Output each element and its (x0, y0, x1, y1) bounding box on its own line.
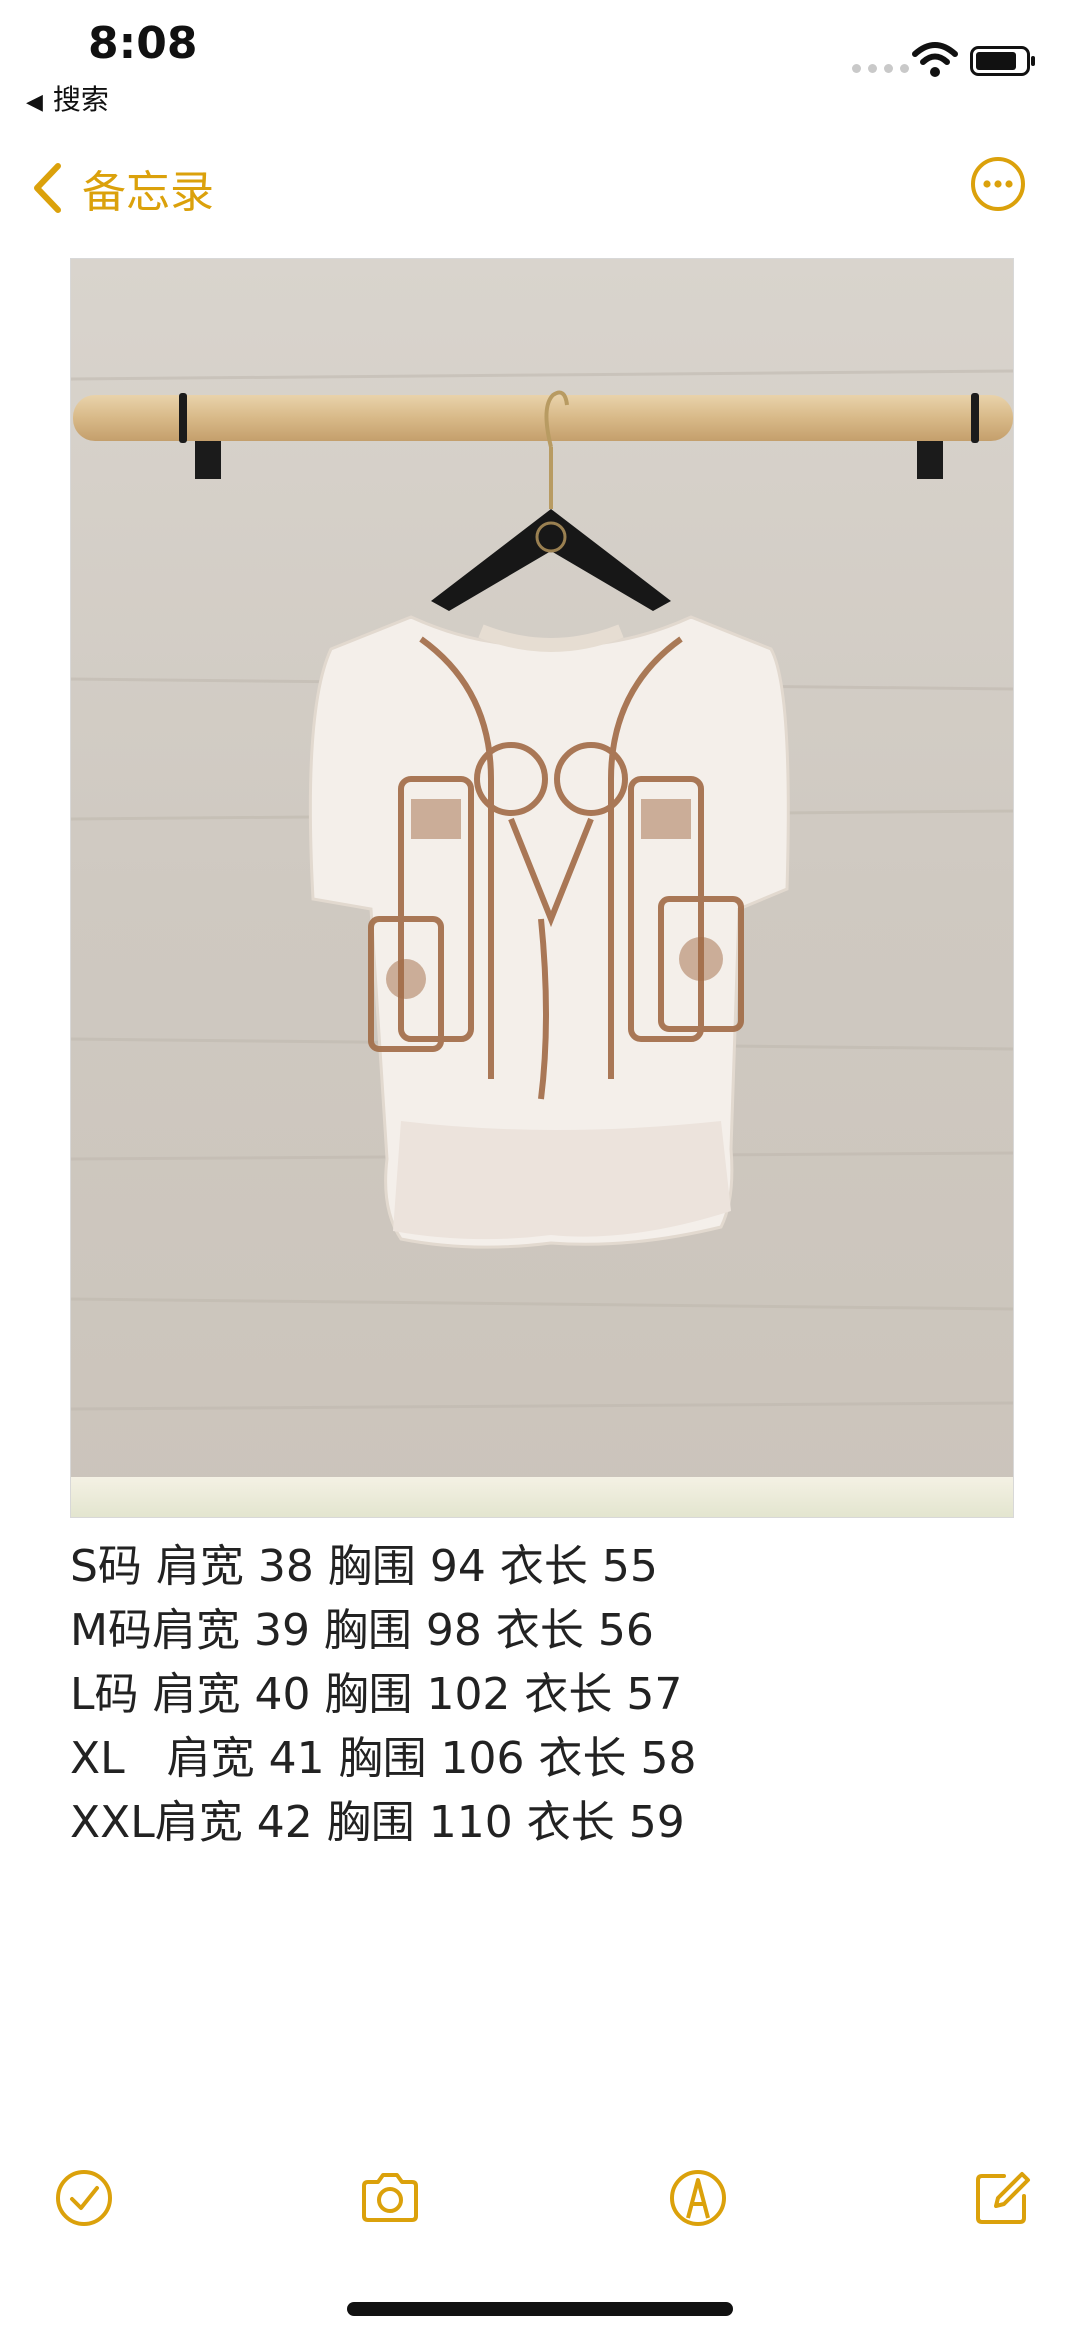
size-row-l: L码 肩宽 40 胸围 102 衣长 57 (70, 1669, 683, 1720)
size-row-m: M码肩宽 39 胸围 98 衣长 56 (70, 1605, 654, 1656)
status-time: 8:08 (88, 18, 198, 69)
camera-icon (362, 2173, 418, 2222)
more-options-icon[interactable] (970, 156, 1026, 212)
cellular-signal-icon (852, 64, 909, 73)
size-chart: S码 肩宽 38 胸围 94 衣长 55 M码肩宽 39 胸围 98 衣长 56… (70, 1535, 1010, 1855)
product-photo-illustration (71, 259, 1013, 1517)
checklist-button[interactable] (52, 2166, 116, 2230)
markup-icon (670, 2170, 726, 2226)
product-photo[interactable] (70, 258, 1014, 1518)
markup-button[interactable] (666, 2166, 730, 2230)
navigation-bar: 备忘录 (0, 140, 1080, 230)
chevron-left-icon (34, 163, 61, 213)
back-app-arrow-icon: ◀ (26, 90, 43, 115)
home-indicator[interactable] (347, 2302, 733, 2316)
camera-button[interactable] (358, 2166, 422, 2230)
status-bar: 8:08 ◀ 搜索 (0, 0, 1080, 120)
size-row-xxl: XXL肩宽 42 胸围 110 衣长 59 (70, 1797, 685, 1848)
back-button[interactable]: 备忘录 (30, 156, 214, 220)
size-row-s: S码 肩宽 38 胸围 94 衣长 55 (70, 1541, 658, 1592)
compose-button[interactable] (970, 2166, 1034, 2230)
back-to-search[interactable]: ◀ 搜索 (26, 78, 109, 118)
back-app-label: 搜索 (52, 83, 109, 116)
bottom-toolbar (0, 2158, 1080, 2238)
compose-icon (976, 2172, 1030, 2224)
back-button-label: 备忘录 (82, 167, 214, 218)
wifi-icon (912, 42, 958, 77)
battery-icon (970, 46, 1035, 76)
size-row-xl: XL 肩宽 41 胸围 106 衣长 58 (70, 1733, 697, 1784)
checklist-icon (56, 2170, 112, 2226)
